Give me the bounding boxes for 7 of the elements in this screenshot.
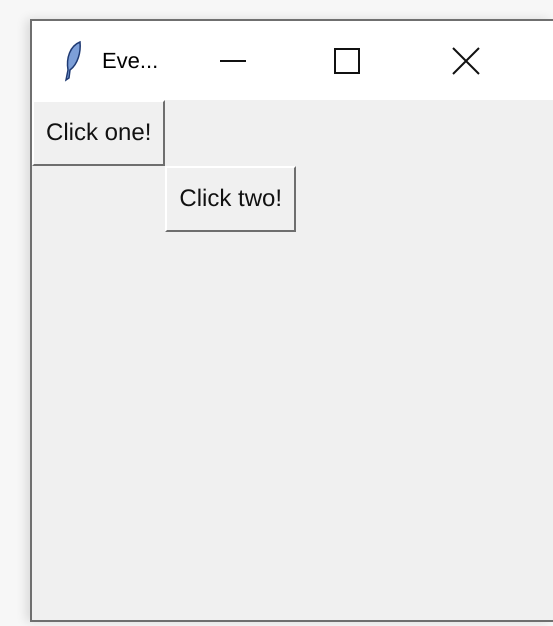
window-title: Eve... — [102, 47, 160, 75]
minimize-icon[interactable] — [220, 58, 246, 62]
maximize-icon[interactable] — [334, 48, 360, 74]
feather-icon — [64, 40, 82, 82]
push-button[interactable]: Click two! — [165, 166, 296, 232]
push-button[interactable]: Click one! — [32, 100, 166, 166]
close-icon[interactable] — [452, 46, 480, 74]
